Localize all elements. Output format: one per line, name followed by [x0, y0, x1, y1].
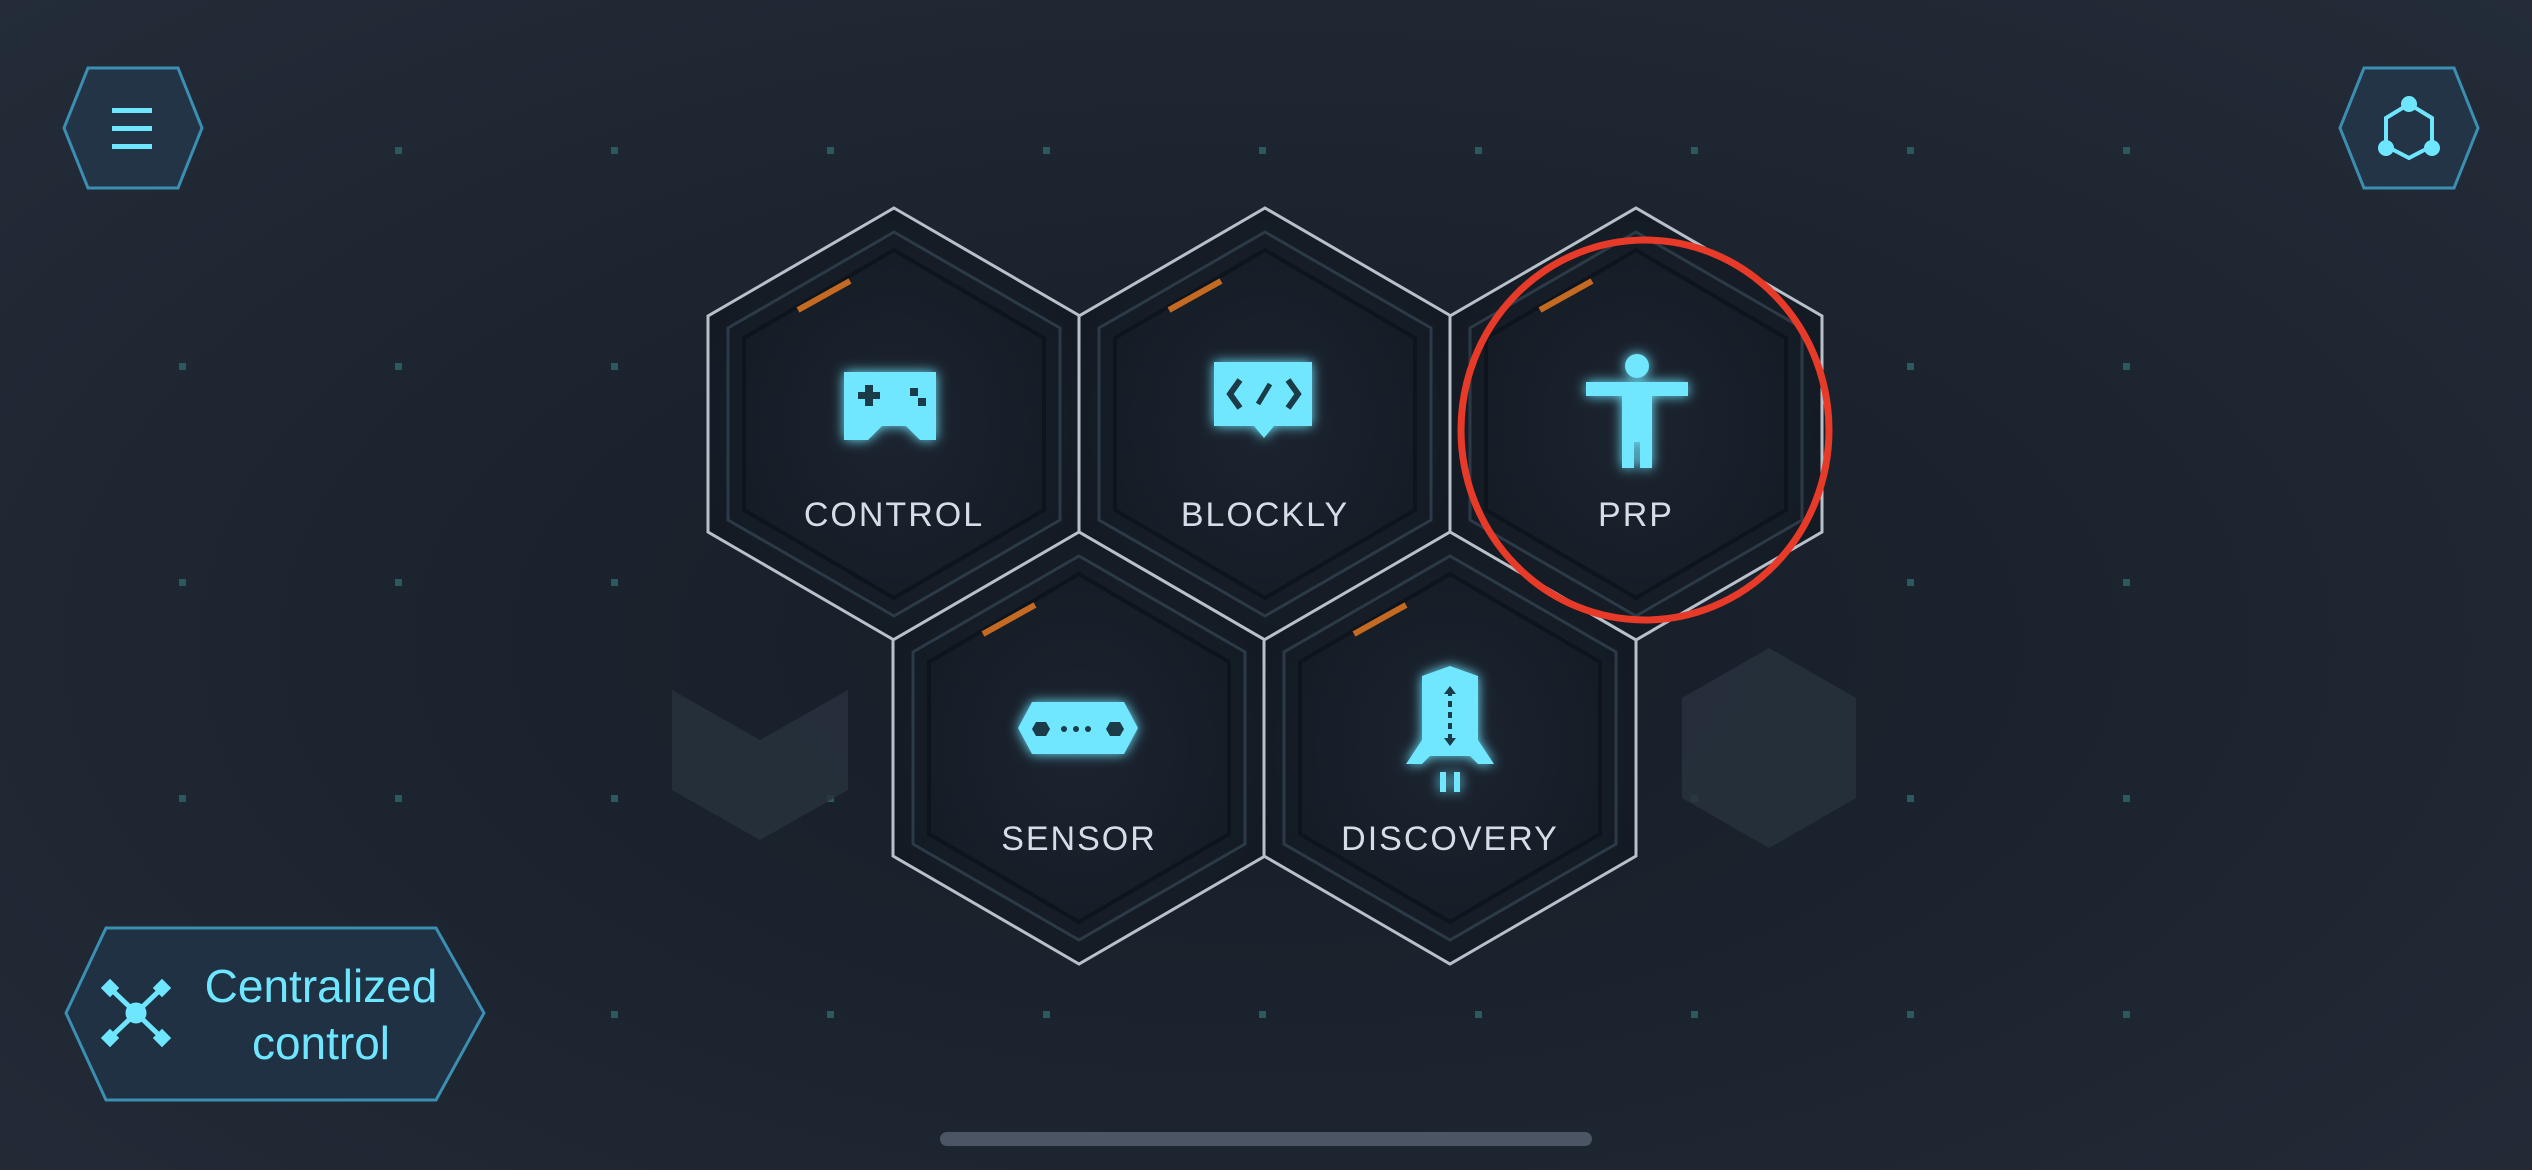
grid-dot: [611, 1011, 618, 1018]
grid-dot: [1259, 1011, 1266, 1018]
tile-label-sensor: SENSOR: [1001, 820, 1157, 858]
grid-dot: [611, 363, 618, 370]
grid-dot: [1259, 147, 1266, 154]
grid-dot: [1907, 147, 1914, 154]
grid-dot: [1691, 147, 1698, 154]
grid-dot: [611, 579, 618, 586]
grid-dot: [395, 579, 402, 586]
grid-dot: [2123, 579, 2130, 586]
grid-dot: [2123, 795, 2130, 802]
tile-label-blockly: BLOCKLY: [1180, 496, 1350, 534]
grid-dot: [1907, 363, 1914, 370]
grid-dot: [1475, 1011, 1482, 1018]
tile-label-prp: PRP: [1598, 496, 1674, 534]
grid-dot: [179, 363, 186, 370]
grid-dot: [611, 147, 618, 154]
menu-button[interactable]: [62, 66, 204, 190]
grid-dot: [1475, 147, 1482, 154]
grid-dot: [179, 579, 186, 586]
grid-dot: [2123, 147, 2130, 154]
centralized-control-line2: control: [251, 1017, 391, 1069]
grid-dot: [1043, 1011, 1050, 1018]
connect-button[interactable]: [2338, 66, 2480, 190]
grid-dot: [1043, 147, 1050, 154]
centralized-control-label: Centralized control: [186, 958, 456, 1072]
grid-dot: [1691, 1011, 1698, 1018]
grid-dot: [827, 147, 834, 154]
tile-label-control: CONTROL: [803, 496, 985, 534]
sensor-icon: [1018, 702, 1138, 754]
grid-dot: [2123, 363, 2130, 370]
grid-dot: [395, 147, 402, 154]
grid-dot: [827, 1011, 834, 1018]
grid-dot: [395, 795, 402, 802]
grid-dot: [179, 795, 186, 802]
grid-dot: [1907, 795, 1914, 802]
decor-hex-left: [672, 690, 848, 840]
decor-hex-right: [1682, 648, 1856, 848]
home-indicator[interactable]: [940, 1132, 1592, 1146]
grid-dot: [395, 363, 402, 370]
grid-dot: [1907, 1011, 1914, 1018]
grid-dot: [1907, 579, 1914, 586]
tile-label-discovery: DISCOVERY: [1341, 820, 1559, 858]
centralized-control-line1: Centralized: [204, 960, 438, 1012]
grid-dot: [611, 795, 618, 802]
grid-dot: [2123, 1011, 2130, 1018]
